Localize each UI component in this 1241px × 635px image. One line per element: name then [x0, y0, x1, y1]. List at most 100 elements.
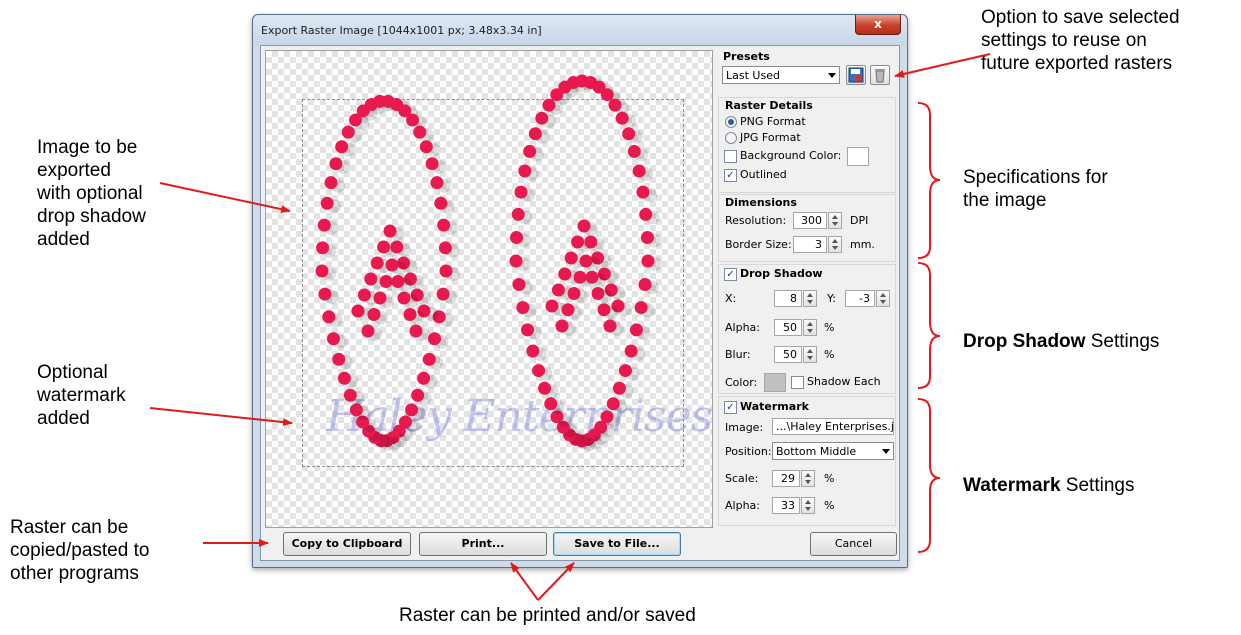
- rhinestone: [636, 185, 650, 199]
- rhinestone: [584, 235, 598, 249]
- export-raster-dialog: Export Raster Image [1044x1001 px; 3.48x…: [252, 14, 908, 568]
- shadow-y-input[interactable]: -3: [845, 290, 875, 307]
- rhinestone: [351, 304, 365, 318]
- raster-details-title: Raster Details: [725, 99, 813, 112]
- png-format-label: PNG Format: [740, 115, 806, 128]
- rhinestone: [409, 324, 423, 338]
- rhinestone: [434, 196, 448, 210]
- shadow-alpha-input[interactable]: 50: [774, 319, 802, 336]
- watermark-scale-input[interactable]: 29: [772, 470, 800, 487]
- shadow-blur-spinner[interactable]: [803, 346, 817, 363]
- shadow-color-swatch[interactable]: [764, 373, 786, 392]
- save-preset-button[interactable]: [846, 65, 866, 85]
- background-color-label: Background Color:: [740, 149, 842, 162]
- watermark-alpha-spinner[interactable]: [801, 497, 815, 514]
- rhinestone: [618, 364, 632, 378]
- watermark-scale-spinner[interactable]: [801, 470, 815, 487]
- shadow-blur-input[interactable]: 50: [774, 346, 802, 363]
- rhinestone: [627, 144, 641, 158]
- rhinestone: [422, 352, 436, 366]
- shadow-x-input[interactable]: 8: [774, 290, 802, 307]
- shadow-each-checkbox[interactable]: [791, 376, 804, 389]
- border-size-input[interactable]: 3: [793, 236, 827, 253]
- title-bar: Export Raster Image [1044x1001 px; 3.48x…: [253, 15, 907, 45]
- rhinestone: [419, 140, 433, 154]
- shadow-alpha-spinner[interactable]: [803, 319, 817, 336]
- rhinestone: [606, 397, 620, 411]
- rhinestone: [335, 140, 349, 154]
- dimensions-title: Dimensions: [725, 196, 797, 209]
- watermark-scale-label: Scale:: [725, 472, 759, 485]
- background-color-swatch[interactable]: [847, 147, 869, 166]
- print-button[interactable]: Print...: [419, 532, 547, 556]
- border-size-spinner[interactable]: [828, 236, 842, 253]
- rhinestone: [425, 157, 439, 171]
- jpg-format-label: JPG Format: [740, 131, 801, 144]
- image-preview: Haley Enterprises: [265, 50, 713, 528]
- rhinestone: [385, 258, 399, 272]
- dialog-title: Export Raster Image [1044x1001 px; 3.48x…: [261, 24, 542, 37]
- rhinestone: [436, 287, 450, 301]
- rhinestone: [438, 241, 452, 255]
- cancel-button[interactable]: Cancel: [810, 532, 897, 556]
- rhinestone: [600, 88, 614, 102]
- rhinestone: [622, 127, 636, 141]
- rhinestone: [357, 288, 371, 302]
- rhinestone: [512, 277, 526, 291]
- rhinestone: [430, 176, 444, 190]
- resolution-spinner[interactable]: [828, 212, 842, 229]
- rhinestone: [509, 254, 523, 268]
- save-to-file-button[interactable]: Save to File...: [553, 532, 681, 556]
- watermark-position-dropdown[interactable]: Bottom Middle: [772, 442, 894, 460]
- watermark-image-input[interactable]: ...\Haley Enterprises.jp: [772, 418, 894, 435]
- watermark-alpha-input[interactable]: 33: [772, 497, 800, 514]
- close-button[interactable]: x: [855, 15, 901, 35]
- jpg-format-radio[interactable]: [725, 132, 737, 144]
- dialog-client-area: Haley Enterprises Copy to Clipboard Prin…: [260, 45, 900, 561]
- rhinestone: [615, 111, 629, 125]
- save-preset-icon: [848, 67, 864, 83]
- rhinestone: [413, 125, 427, 139]
- rhinestone: [337, 371, 351, 385]
- shadow-x-spinner[interactable]: [803, 290, 817, 307]
- watermark-annotation: Optional watermark added: [37, 362, 126, 429]
- shadow-blur-unit: %: [824, 348, 835, 361]
- rhinestone: [364, 272, 378, 286]
- rhinestone: [535, 111, 549, 125]
- rhinestone: [367, 308, 381, 321]
- rhinestone: [317, 218, 331, 232]
- rhinestone: [377, 240, 391, 254]
- delete-preset-button[interactable]: [870, 65, 890, 85]
- rhinestone: [591, 287, 605, 300]
- shadow-y-spinner[interactable]: [876, 290, 890, 307]
- rhinestone: [349, 403, 363, 417]
- outlined-checkbox[interactable]: ✓: [724, 169, 737, 182]
- rhinestone: [390, 240, 404, 254]
- rhinestone: [571, 235, 585, 249]
- rhinestone: [514, 185, 528, 199]
- rhinestone: [391, 275, 405, 288]
- rhinestone: [624, 344, 638, 358]
- presets-annotation: Option to save selected settings to reus…: [981, 7, 1180, 74]
- resolution-label: Resolution:: [725, 214, 787, 227]
- rhinestone: [383, 224, 397, 238]
- png-format-radio[interactable]: [725, 116, 737, 128]
- rhinestone: [320, 196, 334, 210]
- outlined-label: Outlined: [740, 168, 787, 181]
- rhinestone: [612, 381, 626, 395]
- resolution-input[interactable]: 300: [793, 212, 827, 229]
- watermark-checkbox[interactable]: ✓: [724, 401, 737, 414]
- background-color-checkbox[interactable]: [724, 150, 737, 163]
- rhinestone: [641, 254, 655, 268]
- rhinestone: [632, 164, 646, 178]
- copy-to-clipboard-button[interactable]: Copy to Clipboard: [283, 532, 411, 556]
- presets-dropdown[interactable]: Last Used: [722, 66, 840, 84]
- rhinestone: [361, 324, 375, 338]
- drop-shadow-checkbox[interactable]: ✓: [724, 268, 737, 281]
- rhinestone: [526, 344, 540, 358]
- rhinestone: [315, 264, 329, 278]
- shadow-blur-label: Blur:: [725, 348, 751, 361]
- rhinestone: [551, 283, 565, 297]
- rhinestone: [542, 98, 556, 112]
- rhinestone: [521, 323, 535, 337]
